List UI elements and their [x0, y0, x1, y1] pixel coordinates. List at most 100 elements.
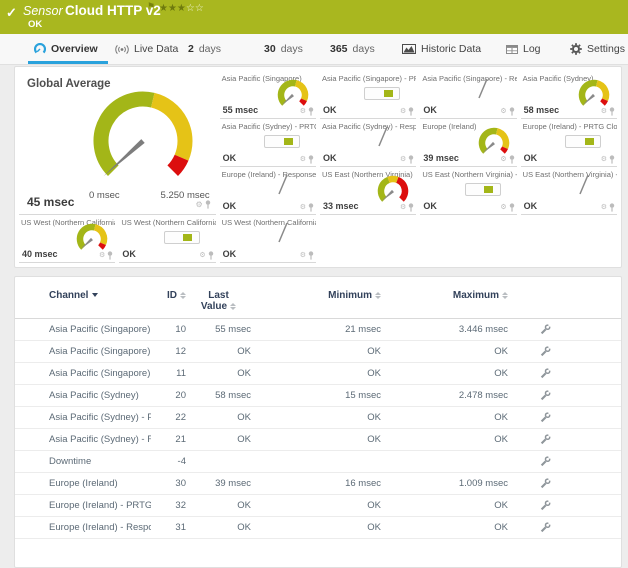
channel-settings-icon[interactable]	[540, 500, 551, 511]
tile-gear-icon[interactable]: ⚙	[300, 204, 306, 211]
channel-name[interactable]: Asia Pacific (Singapore) - ...	[49, 368, 151, 379]
channel-tile[interactable]: US West (Northern California)...OK⚙	[220, 215, 316, 263]
channel-settings-icon[interactable]	[540, 346, 551, 357]
channel-tile[interactable]: Europe (Ireland) - Response C...OK⚙	[220, 167, 316, 215]
tile-pin-icon[interactable]	[308, 251, 314, 260]
channel-id: -4	[151, 456, 186, 467]
channels-table-panel: Channel ID LastValue Minimum Maximum Asi…	[14, 276, 622, 568]
channel-maximum: OK	[381, 500, 508, 511]
tile-pin-icon[interactable]	[308, 203, 314, 212]
channel-tile[interactable]: Asia Pacific (Sydney)58 msec⚙	[521, 71, 617, 119]
tile-pin-icon[interactable]	[509, 107, 515, 116]
channel-tile[interactable]: Asia Pacific (Singapore)55 msec⚙	[220, 71, 316, 119]
column-header-minimum[interactable]: Minimum	[251, 290, 381, 301]
channel-settings-icon[interactable]	[540, 412, 551, 423]
channel-settings-icon[interactable]	[540, 368, 551, 379]
tab-live-data[interactable]: Live Data	[115, 34, 178, 64]
tab-2-days[interactable]: 2days	[188, 34, 221, 64]
tab-365-days[interactable]: 365days	[330, 34, 375, 64]
tile-gear-icon[interactable]: ⚙	[500, 108, 506, 115]
channel-tile[interactable]: Asia Pacific (Sydney) - PRTG ...OK⚙	[220, 119, 316, 167]
tab-overview[interactable]: Overview	[34, 34, 98, 64]
tile-gear-icon[interactable]: ⚙	[300, 156, 306, 163]
tile-value: OK	[223, 249, 237, 259]
channel-settings-icon[interactable]	[540, 390, 551, 401]
channel-maximum: OK	[381, 368, 508, 379]
channel-name[interactable]: Asia Pacific (Sydney) - PR...	[49, 412, 151, 423]
channel-tile[interactable]: US East (Northern Virginia) - ...OK⚙	[420, 167, 516, 215]
channel-minimum: OK	[251, 434, 381, 445]
channel-settings-icon[interactable]	[540, 324, 551, 335]
tile-pin-icon[interactable]	[107, 251, 113, 260]
channel-tile[interactable]: Asia Pacific (Singapore) - PR...OK⚙	[320, 71, 416, 119]
column-header-last-value[interactable]: LastValue	[186, 290, 251, 312]
tile-pin-icon[interactable]	[609, 107, 615, 116]
tile-pin-icon[interactable]	[509, 203, 515, 212]
channel-settings-icon[interactable]	[540, 434, 551, 445]
tile-gear-icon[interactable]: ⚙	[400, 156, 406, 163]
channel-name[interactable]: Europe (Ireland) - PRTG Cl...	[49, 500, 151, 511]
tile-gear-icon[interactable]: ⚙	[500, 156, 506, 163]
tile-pin-icon[interactable]	[208, 251, 214, 260]
priority-stars[interactable]: ★★★☆☆	[159, 3, 204, 14]
column-header-id[interactable]: ID	[151, 290, 186, 301]
tile-gear-icon[interactable]: ⚙	[300, 252, 306, 259]
tile-gear-icon[interactable]: ⚙	[300, 108, 306, 115]
channel-tile[interactable]: US West (Northern California)...OK⚙	[119, 215, 215, 263]
channel-name[interactable]: Downtime	[49, 456, 151, 467]
tile-pin-icon[interactable]	[408, 107, 414, 116]
tile-gear-icon[interactable]: ⚙	[99, 252, 105, 259]
tile-gear-icon[interactable]: ⚙	[400, 108, 406, 115]
global-average-tile[interactable]: Global Average 0 msec 5.250 msec 45 msec…	[19, 71, 216, 215]
tab-log[interactable]: Log	[506, 34, 541, 64]
channel-tile[interactable]: Europe (Ireland)39 msec⚙	[420, 119, 516, 167]
channel-settings-icon[interactable]	[540, 522, 551, 533]
channel-name[interactable]: Asia Pacific (Sydney) - Re...	[49, 434, 151, 445]
tile-value: OK	[223, 201, 237, 211]
column-header-maximum[interactable]: Maximum	[381, 290, 508, 301]
channel-settings-icon[interactable]	[540, 478, 551, 489]
channel-name[interactable]: Asia Pacific (Singapore) - ...	[49, 346, 151, 357]
tile-pin-icon[interactable]	[408, 203, 414, 212]
channel-tile[interactable]: US West (Northern California)40 msec⚙	[19, 215, 115, 263]
tile-pin-icon[interactable]	[509, 155, 515, 164]
channel-name[interactable]: Asia Pacific (Sydney)	[49, 390, 151, 401]
channel-tile[interactable]: Asia Pacific (Singapore) - Res...OK⚙	[420, 71, 516, 119]
tile-gear-icon[interactable]: ⚙	[500, 204, 506, 211]
channel-tile[interactable]: Asia Pacific (Sydney) - Respo...OK⚙	[320, 119, 416, 167]
tile-pin-icon[interactable]	[609, 155, 615, 164]
tab-historic-data[interactable]: Historic Data	[402, 34, 481, 64]
channel-tile[interactable]: Europe (Ireland) - PRTG Cloud...OK⚙	[521, 119, 617, 167]
tile-pin-icon[interactable]	[308, 107, 314, 116]
tile-pin-icon[interactable]	[408, 155, 414, 164]
channel-last-value: OK	[186, 522, 251, 533]
tab-bar: Overview Live Data 2days 30days 365days …	[0, 34, 628, 65]
tile-gear-icon[interactable]: ⚙	[601, 156, 607, 163]
tile-gear-icon[interactable]: ⚙	[400, 204, 406, 211]
channel-name[interactable]: Europe (Ireland) - Respon...	[49, 522, 151, 533]
tile-value: OK	[122, 249, 136, 259]
channel-name[interactable]: Europe (Ireland)	[49, 478, 151, 489]
channel-minimum: OK	[251, 412, 381, 423]
tile-pin-icon[interactable]	[308, 155, 314, 164]
column-header-channel[interactable]: Channel	[49, 290, 151, 301]
tile-pin-icon[interactable]	[205, 200, 211, 209]
tile-gear-icon[interactable]: ⚙	[601, 204, 607, 211]
channel-tile[interactable]: US East (Northern Virginia) - ...OK⚙	[521, 167, 617, 215]
needle-indicator	[370, 123, 396, 154]
channel-settings-icon[interactable]	[540, 456, 551, 467]
tab-30-days[interactable]: 30days	[264, 34, 303, 64]
channel-id: 21	[151, 434, 186, 445]
needle-indicator	[270, 219, 296, 250]
tile-pin-icon[interactable]	[609, 203, 615, 212]
tab-settings[interactable]: Settings	[570, 34, 625, 64]
channel-last-value: OK	[186, 500, 251, 511]
tile-gear-icon[interactable]: ⚙	[199, 252, 205, 259]
table-row: Asia Pacific (Singapore)1055 msec21 msec…	[15, 319, 621, 341]
table-row: Europe (Ireland)3039 msec16 msec1.009 ms…	[15, 473, 621, 495]
channel-tile[interactable]: US East (Northern Virginia)33 msec⚙	[320, 167, 416, 215]
tile-gear-icon[interactable]: ⚙	[601, 108, 607, 115]
channel-id: 31	[151, 522, 186, 533]
channel-name[interactable]: Asia Pacific (Singapore)	[49, 324, 151, 335]
tile-gear-icon[interactable]: ⚙	[195, 201, 202, 209]
